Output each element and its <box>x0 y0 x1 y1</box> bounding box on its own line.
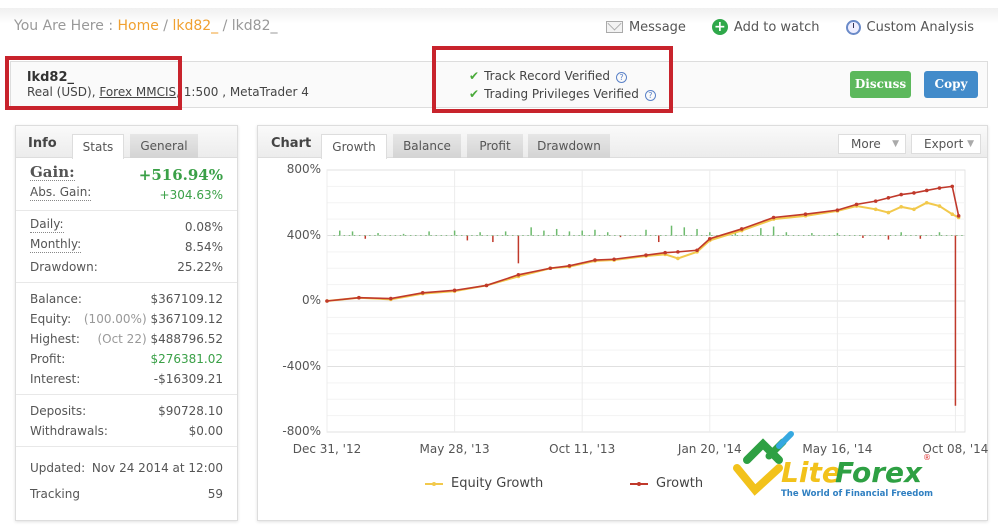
growth-point <box>612 257 616 262</box>
growth-point <box>771 215 776 220</box>
growth-point <box>663 250 667 255</box>
equity-growth-point <box>937 204 942 208</box>
equity-growth-point <box>886 210 891 215</box>
growth-point <box>899 192 903 197</box>
y-tick-label: 0% <box>301 293 321 307</box>
logo-brand-forex: Forex <box>835 456 923 489</box>
legend-equity-growth[interactable]: Equity Growth <box>425 476 543 491</box>
growth-point <box>325 299 329 303</box>
equity-growth-point <box>873 207 878 212</box>
equity-growth-point <box>899 205 903 209</box>
growth-point <box>937 186 942 190</box>
growth-point <box>912 191 916 195</box>
liteforex-logo: Lite Forex ® The World of Financial Free… <box>733 430 933 502</box>
growth-point <box>924 188 929 193</box>
growth-point <box>873 199 878 203</box>
legend-growth[interactable]: Growth <box>630 476 703 491</box>
growth-point <box>695 248 699 253</box>
growth-point <box>854 202 859 207</box>
growth-point <box>886 196 891 200</box>
growth-point <box>956 214 961 218</box>
y-tick-label: -400% <box>282 358 321 373</box>
growth-point <box>484 283 489 288</box>
growth-point <box>644 253 648 257</box>
legend-label: Equity Growth <box>451 476 544 491</box>
growth-point <box>739 227 744 231</box>
equity-growth-point <box>676 256 680 261</box>
x-tick-label: May 28, '13 <box>419 442 490 456</box>
growth-point <box>708 236 712 241</box>
logo-tagline: The World of Financial Freedom <box>781 489 933 499</box>
logo-brand-lite: Lite <box>781 456 841 489</box>
equity-growth-point <box>912 207 916 212</box>
legend-swatch <box>630 481 648 486</box>
equity-growth-point <box>924 200 929 205</box>
growth-point <box>357 295 361 300</box>
x-tick-label: Dec 31, '12 <box>292 442 362 456</box>
y-tick-label: 400% <box>286 227 321 242</box>
growth-point <box>389 296 393 301</box>
growth-point <box>593 258 597 262</box>
legend-swatch <box>425 481 443 486</box>
growth-point <box>676 250 680 254</box>
growth-point <box>420 291 425 295</box>
growth-point <box>548 266 553 271</box>
logo-mark-icon: Lite Forex ® The World of Financial Free… <box>733 431 933 499</box>
growth-point <box>803 212 808 217</box>
x-tick-label: Oct 11, '13 <box>549 442 616 456</box>
y-tick-label: 800% <box>286 162 321 176</box>
growth-point <box>567 263 572 268</box>
growth-point <box>516 273 521 277</box>
logo-registered: ® <box>923 453 931 462</box>
growth-point <box>835 208 840 212</box>
equity-growth-point <box>950 212 955 217</box>
growth-point <box>452 288 457 293</box>
y-tick-label: -800% <box>282 424 321 438</box>
legend-label: Growth <box>656 476 704 491</box>
growth-point <box>950 184 955 189</box>
